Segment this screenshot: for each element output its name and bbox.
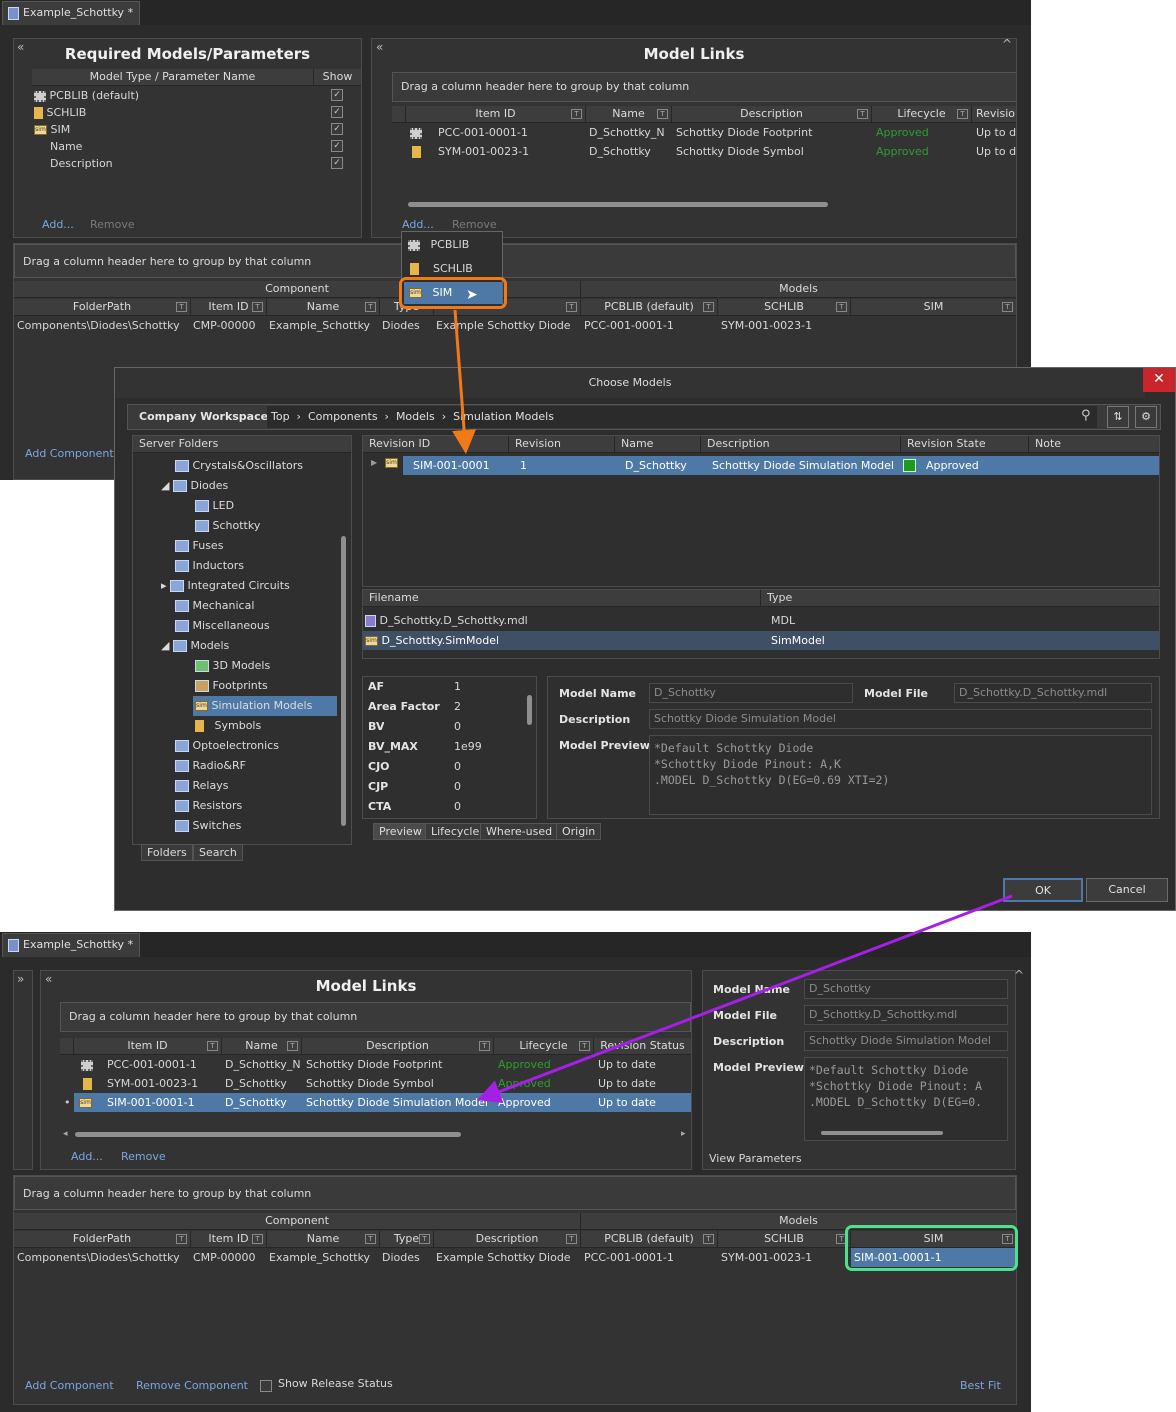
purple-arrow [476, 894, 1013, 1103]
annotation-arrows [452, 309, 1013, 1103]
orange-arrow [452, 309, 477, 454]
